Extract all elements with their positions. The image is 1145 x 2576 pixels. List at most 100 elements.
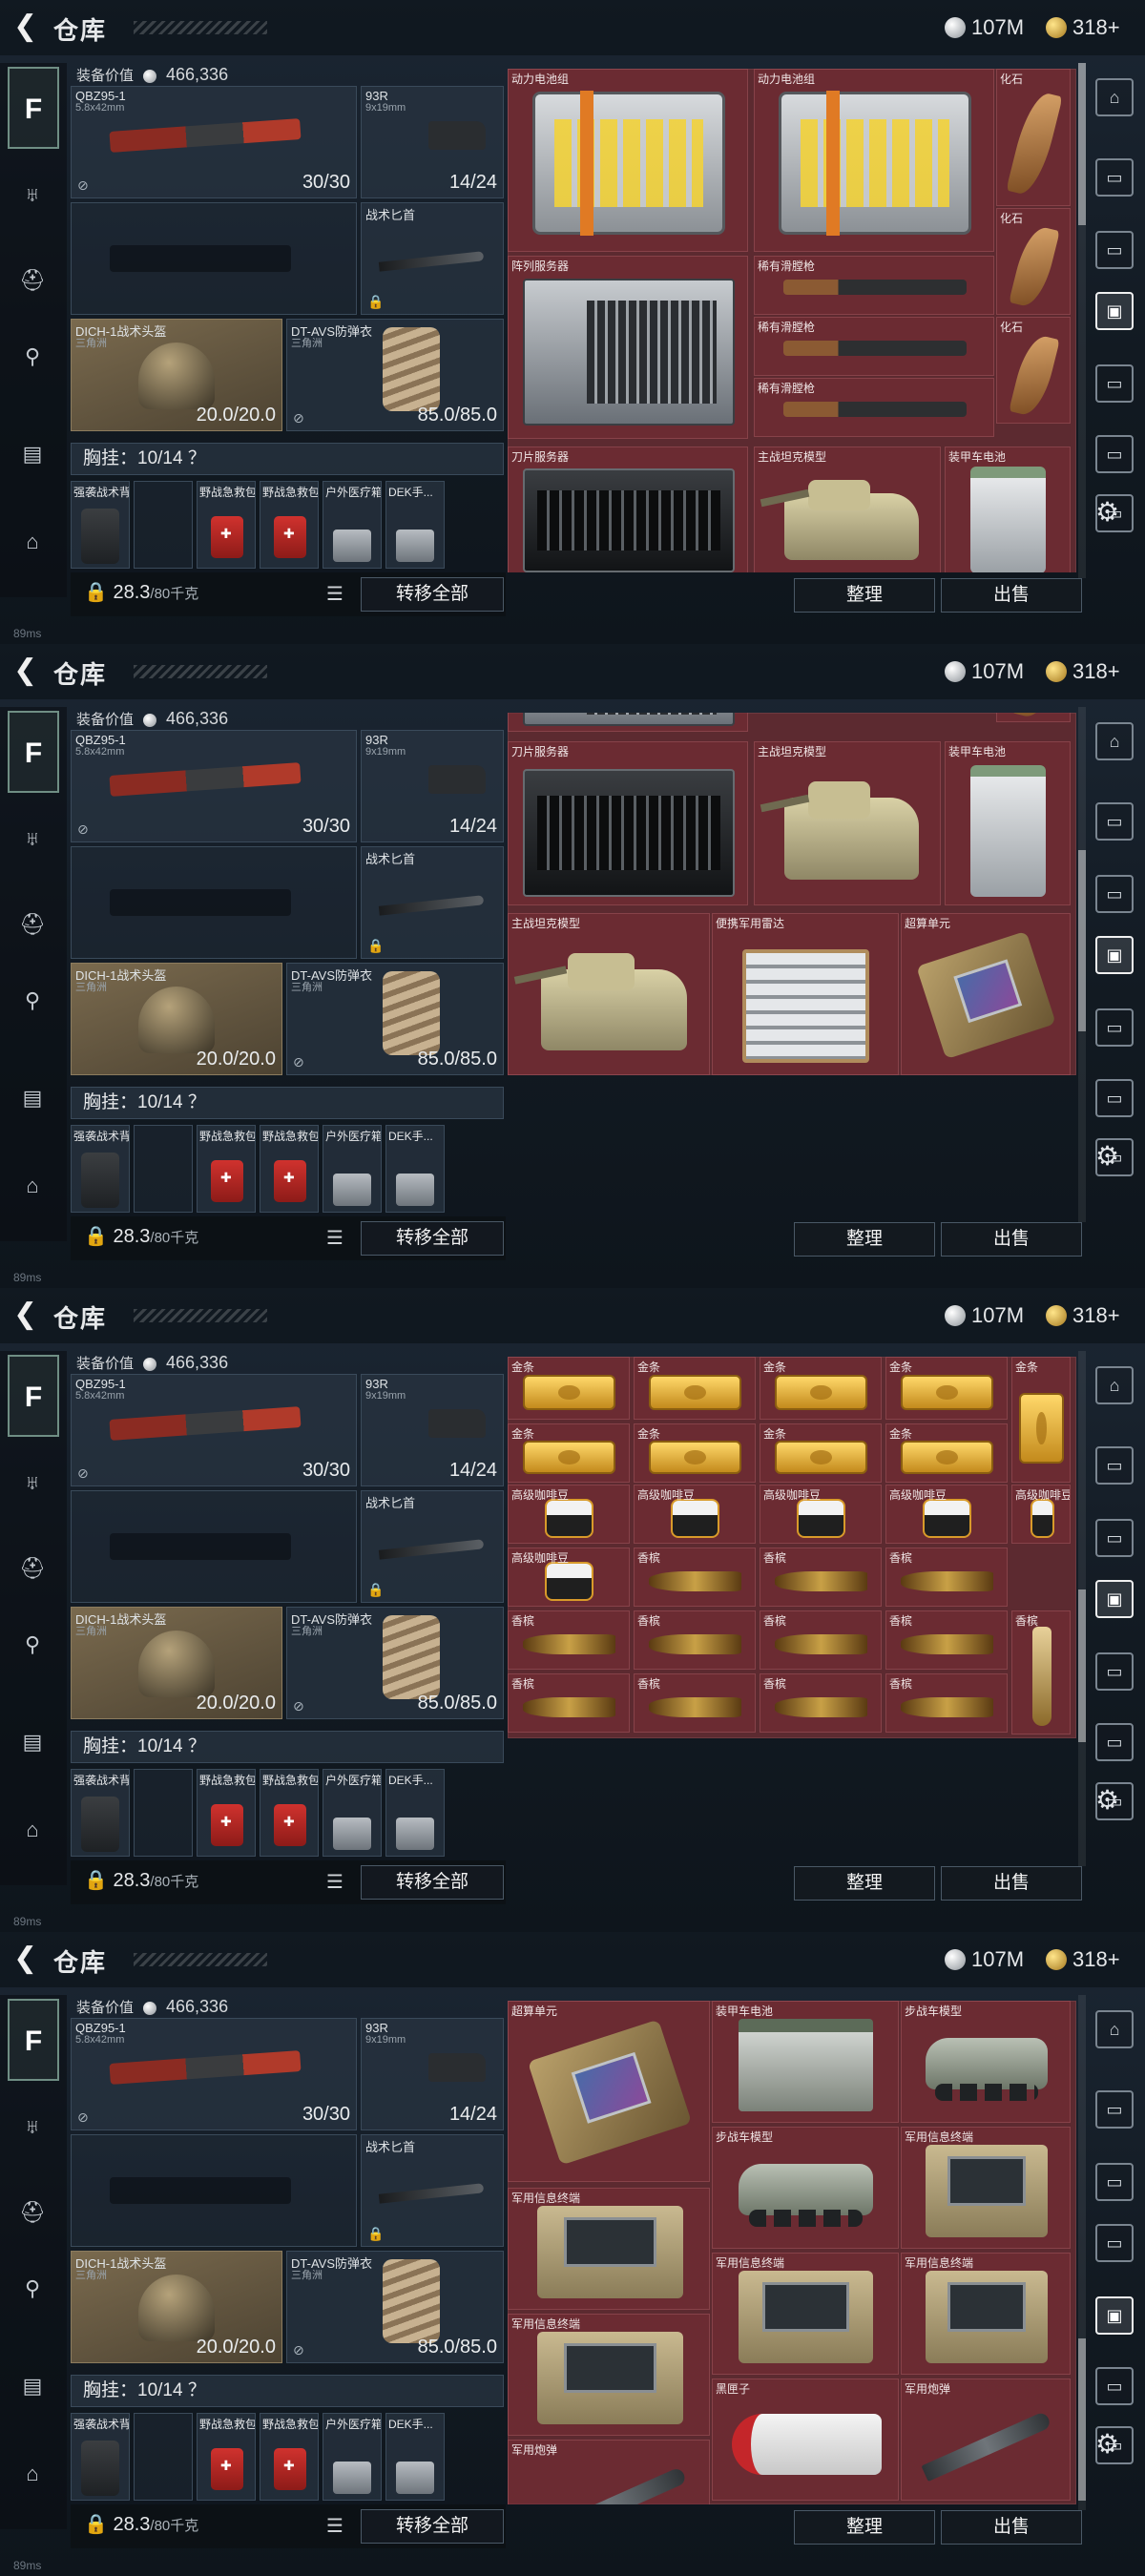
helmet-icon[interactable]: ⛑ <box>17 265 48 296</box>
storage-item[interactable]: 军用炮弹 <box>508 2440 710 2504</box>
chest-rig-capacity[interactable]: 胸挂：10/14 ？ <box>71 1087 504 1119</box>
storage-item[interactable]: 金条 <box>508 1423 630 1483</box>
pocket-slot[interactable]: 强袭战术背心阿萨拉 <box>71 1769 130 1857</box>
crate-icon[interactable]: ▣ <box>1095 292 1134 330</box>
storage-item[interactable]: 香槟 <box>885 1673 1008 1733</box>
crate-icon[interactable]: ▣ <box>1095 1580 1134 1618</box>
storage-item[interactable]: 步战车模型 <box>901 2001 1071 2123</box>
case-icon[interactable]: ⌂ <box>17 1815 48 1845</box>
melee-slot[interactable]: 战术匕首 🔒 <box>361 846 504 959</box>
pocket-slot[interactable]: DEK手... <box>385 481 445 569</box>
pouch-icon[interactable]: ▤ <box>17 439 48 469</box>
storage-item[interactable]: 金条 <box>760 1357 882 1420</box>
folder-icon[interactable]: ▭ <box>1095 802 1134 841</box>
chest-rig-capacity[interactable]: 胸挂：10/14 ？ <box>71 1731 504 1763</box>
loadout-icon[interactable]: F <box>8 1999 59 2081</box>
helmet-slot[interactable]: DICH-1战术头盔 三角洲 20.0/20.0 <box>71 2251 282 2363</box>
pistol-slot[interactable]: 93R 9x19mm 14/24 <box>361 2018 504 2130</box>
storage-item[interactable]: 化石 <box>996 317 1071 424</box>
case-icon[interactable]: ⌂ <box>17 2459 48 2489</box>
pocket-slot[interactable]: 户外医疗箱 <box>323 1769 382 1857</box>
primary-weapon-slot[interactable]: QBZ95-1 5.8x42mm ⊘ 30/30 <box>71 1374 357 1486</box>
pocket-slot[interactable]: 强袭战术背心阿萨拉 <box>71 2413 130 2501</box>
pocket-slot[interactable]: 野战急救包 <box>260 2413 319 2501</box>
armor-slot[interactable]: DT-AVS防弹衣 三角洲 ⊘ 85.0/85.0 <box>286 1607 504 1719</box>
storage-item[interactable]: 金条 <box>634 1423 756 1483</box>
storage-item[interactable]: 香槟 <box>634 1548 756 1607</box>
storage-item[interactable]: 超算单元 <box>901 913 1071 1075</box>
pocket-slot[interactable]: 野战急救包 <box>197 2413 256 2501</box>
helmet-slot[interactable]: DICH-1战术头盔 三角洲 20.0/20.0 <box>71 963 282 1075</box>
case-icon[interactable]: ⌂ <box>17 527 48 557</box>
chest-rig-capacity[interactable]: 胸挂：10/14 ？ <box>71 443 504 475</box>
vault-icon[interactable]: ⌂ <box>1095 78 1134 116</box>
helmet-slot[interactable]: DICH-1战术头盔 三角洲 20.0/20.0 <box>71 1607 282 1719</box>
vault-icon[interactable]: ⌂ <box>1095 2010 1134 2048</box>
folder-icon[interactable]: ▭ <box>1095 1079 1134 1117</box>
gold-currency[interactable]: 318+ <box>1046 1301 1120 1330</box>
sell-button[interactable]: 出售 <box>941 578 1082 613</box>
storage-scrollbar[interactable] <box>1078 63 1086 578</box>
pouch-icon[interactable]: ▤ <box>17 2371 48 2401</box>
sell-button[interactable]: 出售 <box>941 2510 1082 2545</box>
bag-icon[interactable]: ⚲ <box>17 1630 48 1660</box>
storage-item[interactable] <box>996 713 1071 722</box>
folder-icon[interactable]: ▭ <box>1095 364 1134 403</box>
folder-icon[interactable]: ▭ <box>1095 1723 1134 1761</box>
list-icon[interactable]: ☰ <box>326 1226 344 1250</box>
storage-item[interactable]: 刀片服务器 <box>508 741 748 905</box>
folder-icon[interactable]: ▭ <box>1095 158 1134 197</box>
bag-icon[interactable]: ⚲ <box>17 342 48 372</box>
folder-icon[interactable]: ▭ <box>1095 1008 1134 1047</box>
storage-item[interactable]: 军用信息终端 <box>508 2188 710 2310</box>
storage-item[interactable]: 步战车模型 <box>712 2127 899 2249</box>
transfer-all-button[interactable]: 转移全部 <box>361 577 504 612</box>
storage-item[interactable]: 主战坦克模型 <box>754 447 941 572</box>
pocket-slot[interactable] <box>134 2413 193 2501</box>
secondary-weapon-slot[interactable] <box>71 2134 357 2247</box>
sort-button[interactable]: 整理 <box>794 2510 935 2545</box>
pocket-slot[interactable]: 野战急救包 <box>260 1125 319 1213</box>
case-icon[interactable]: ⌂ <box>17 1171 48 1201</box>
melee-slot[interactable]: 战术匕首 🔒 <box>361 2134 504 2247</box>
folder-icon[interactable]: ▭ <box>1095 435 1134 473</box>
storage-item[interactable]: 装甲车电池 <box>945 741 1071 905</box>
scrollbar-thumb[interactable] <box>1078 2338 1086 2501</box>
storage-item[interactable] <box>508 713 748 732</box>
pocket-slot[interactable]: DEK手... <box>385 2413 445 2501</box>
helmet-slot[interactable]: DICH-1战术头盔 三角洲 20.0/20.0 <box>71 319 282 431</box>
pocket-slot[interactable]: 户外医疗箱 <box>323 2413 382 2501</box>
storage-item[interactable]: 黑匣子 <box>712 2379 899 2501</box>
storage-item[interactable]: 主战坦克模型 <box>754 741 941 905</box>
pistol-slot[interactable]: 93R 9x19mm 14/24 <box>361 730 504 842</box>
folder-icon[interactable]: ▣ <box>1095 2296 1134 2335</box>
loadout-icon[interactable]: F <box>8 67 59 149</box>
storage-item[interactable]: 便携军用雷达 <box>712 913 899 1075</box>
storage-item[interactable]: 高级咖啡豆 <box>508 1485 630 1544</box>
folder-icon[interactable]: ▭ <box>1095 875 1134 913</box>
chest-rig-capacity[interactable]: 胸挂：10/14 ？ <box>71 2375 504 2407</box>
storage-item[interactable]: 阵列服务器 <box>508 256 748 439</box>
storage-item[interactable]: 军用信息终端 <box>508 2314 710 2436</box>
armor-slot[interactable]: DT-AVS防弹衣 三角洲 ⊘ 85.0/85.0 <box>286 963 504 1075</box>
storage-item[interactable]: 金条 <box>885 1423 1008 1483</box>
pocket-slot[interactable]: 野战急救包 <box>260 1769 319 1857</box>
gold-currency[interactable]: 318+ <box>1046 1945 1120 1974</box>
storage-item[interactable]: 化石 <box>996 208 1071 315</box>
storage-item[interactable]: 香槟 <box>885 1610 1008 1670</box>
chevron-left-icon[interactable]: ❮ <box>13 1942 37 1976</box>
loadout-icon[interactable]: F <box>8 1355 59 1437</box>
storage-scrollbar[interactable] <box>1078 707 1086 1222</box>
storage-item[interactable]: 金条 <box>1011 1357 1071 1483</box>
pocket-slot[interactable] <box>134 1769 193 1857</box>
storage-item[interactable]: 金条 <box>508 1357 630 1420</box>
storage-item[interactable]: 主战坦克模型 <box>508 913 710 1075</box>
storage-item[interactable]: 香槟 <box>634 1610 756 1670</box>
primary-weapon-slot[interactable]: QBZ95-1 5.8x42mm ⊘ 30/30 <box>71 730 357 842</box>
storage-item[interactable]: 军用炮弹 <box>901 2379 1071 2501</box>
storage-item[interactable]: 稀有滑膛枪 <box>754 256 994 315</box>
pocket-slot[interactable]: 户外医疗箱 <box>323 1125 382 1213</box>
primary-weapon-slot[interactable]: QBZ95-1 5.8x42mm ⊘ 30/30 <box>71 86 357 198</box>
storage-item[interactable]: 装甲车电池 <box>945 447 1071 572</box>
storage-item[interactable]: 金条 <box>760 1423 882 1483</box>
